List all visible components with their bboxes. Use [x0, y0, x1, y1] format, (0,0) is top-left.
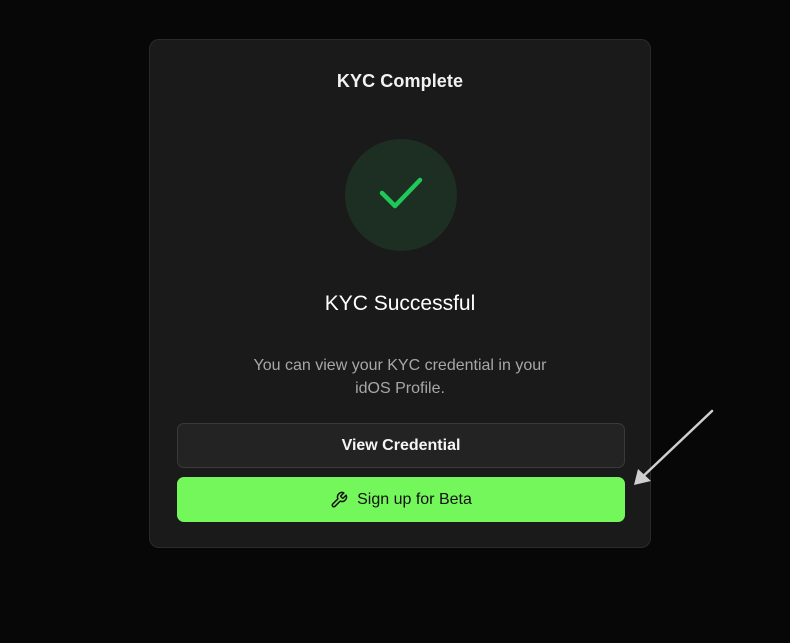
check-icon: [379, 176, 423, 215]
kyc-complete-card: KYC Complete KYC Successful You can view…: [149, 39, 651, 548]
success-badge: [345, 139, 457, 251]
sign-up-for-beta-button[interactable]: Sign up for Beta: [177, 477, 625, 522]
kyc-result-heading: KYC Successful: [324, 292, 476, 315]
sign-up-for-beta-label: Sign up for Beta: [357, 490, 472, 508]
card-title: KYC Complete: [336, 71, 464, 91]
page: KYC Complete KYC Successful You can view…: [0, 0, 790, 643]
annotation-arrow-icon: [634, 409, 714, 485]
credential-description: You can view your KYC credential in your…: [253, 357, 547, 397]
view-credential-label: View Credential: [341, 436, 461, 454]
view-credential-button[interactable]: View Credential: [177, 423, 625, 468]
wrench-icon: [330, 491, 348, 509]
